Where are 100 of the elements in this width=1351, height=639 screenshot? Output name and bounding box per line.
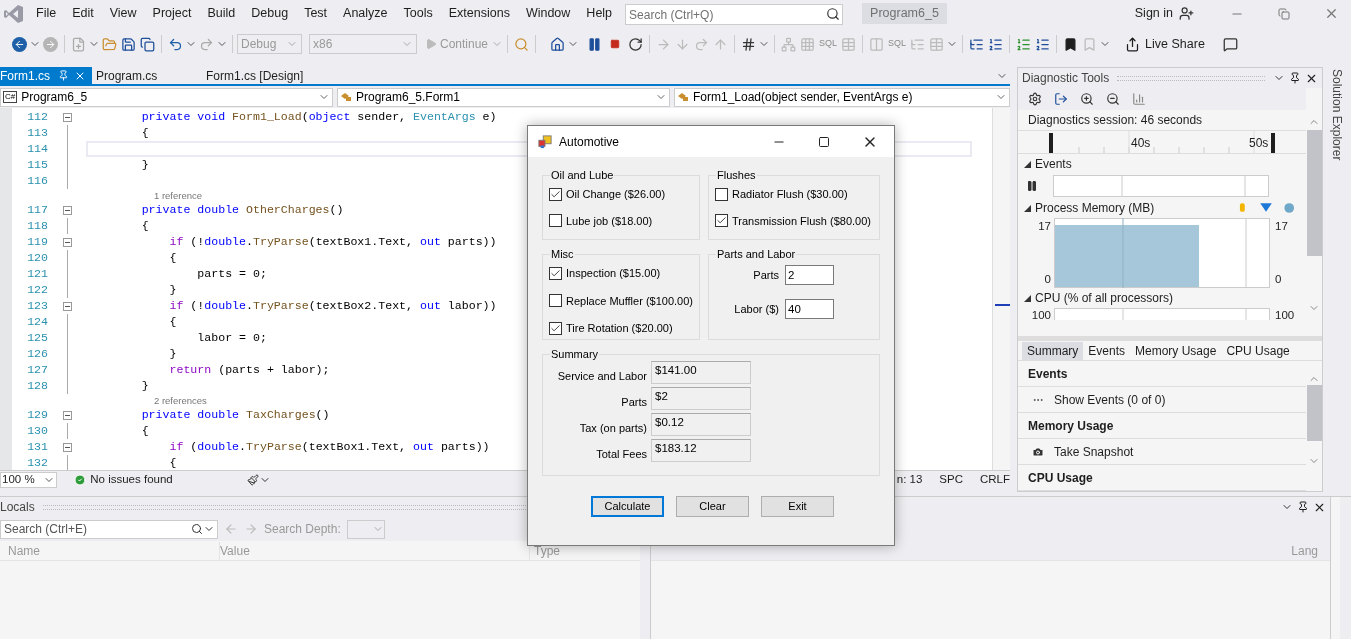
menu-item[interactable]: Debug xyxy=(243,4,297,23)
summary-link[interactable]: Show Events (0 of 0) xyxy=(1054,390,1166,409)
navigation-dropdown[interactable]: Form1_Load(object sender, EventArgs e) xyxy=(674,87,1010,107)
reference-count[interactable]: 2 references xyxy=(154,395,207,406)
text-field[interactable]: 2 xyxy=(785,265,834,285)
checkbox[interactable] xyxy=(549,266,562,280)
list-icon[interactable] xyxy=(988,36,1004,52)
search-icon[interactable] xyxy=(191,523,203,535)
checkbox-label[interactable]: Oil Change ($26.00) xyxy=(566,186,666,203)
code-line: } xyxy=(140,157,149,173)
checkbox-label[interactable]: Transmission Flush ($80.00) xyxy=(732,212,871,229)
maximize-icon[interactable] xyxy=(818,135,830,148)
chart-icon[interactable] xyxy=(1132,92,1146,106)
menu-item[interactable]: Help xyxy=(578,4,621,23)
checkbox[interactable] xyxy=(715,214,728,228)
collapse-icon[interactable] xyxy=(62,301,72,311)
pin-icon[interactable] xyxy=(1289,72,1301,84)
expand-icon[interactable] xyxy=(1024,294,1031,302)
diagnostics-tab[interactable]: Memory Usage xyxy=(1130,342,1222,360)
zoom-dropdown[interactable]: 100 % xyxy=(0,471,58,488)
diagnostics-tab[interactable]: Summary xyxy=(1022,342,1084,360)
sign-in-link[interactable]: Sign in xyxy=(1134,4,1173,23)
scrollbar-thumb[interactable] xyxy=(1306,130,1322,256)
diagnostics-tab[interactable]: Events xyxy=(1083,342,1131,360)
line-number: 126 xyxy=(26,346,48,362)
zoom-out-icon[interactable] xyxy=(1106,92,1120,106)
axis-label: 17 xyxy=(1275,219,1289,234)
side-panel-tab[interactable]: Solution Explorer xyxy=(1328,69,1346,161)
pin-icon[interactable] xyxy=(1297,501,1309,513)
menu-item[interactable]: Test xyxy=(296,4,336,23)
checkbox[interactable] xyxy=(549,321,562,335)
export-icon[interactable] xyxy=(1054,92,1068,106)
navigation-dropdown[interactable]: C# Program6_5 xyxy=(0,87,333,107)
back-icon[interactable] xyxy=(12,36,27,52)
menu-item[interactable]: Analyze xyxy=(335,4,396,23)
restart-icon[interactable] xyxy=(628,36,644,52)
search-field[interactable]: Search (Ctrl+Q) xyxy=(625,4,844,25)
collapse-icon[interactable] xyxy=(62,237,72,247)
stop-icon[interactable] xyxy=(610,39,621,49)
section-title: Process Memory (MB) xyxy=(1035,200,1155,217)
settings-icon[interactable] xyxy=(1028,92,1042,106)
checkbox-label[interactable]: Replace Muffler ($100.00) xyxy=(566,292,693,309)
group-title: Misc xyxy=(550,248,575,261)
dialog-button[interactable]: Exit xyxy=(761,496,834,517)
navigation-dropdown[interactable]: Program6_5.Form1 xyxy=(337,87,670,107)
field-label: Labor ($) xyxy=(733,301,780,317)
line-number: 130 xyxy=(26,423,48,439)
expand-icon[interactable] xyxy=(1024,204,1031,212)
checkbox-label[interactable]: Inspection ($15.00) xyxy=(566,265,661,282)
feedback-icon[interactable] xyxy=(1222,36,1238,52)
home-icon[interactable] xyxy=(550,36,566,52)
menu-item[interactable]: Tools xyxy=(395,4,441,23)
editor-tab[interactable]: Form1.cs [Design] xyxy=(202,67,312,84)
save-icon[interactable] xyxy=(121,36,136,52)
menu-item[interactable]: Edit xyxy=(64,4,102,23)
redo-icon[interactable] xyxy=(199,36,214,52)
diagnostics-tab[interactable]: CPU Usage xyxy=(1221,342,1295,360)
collapse-icon[interactable] xyxy=(62,410,72,420)
scrollbar-thumb[interactable] xyxy=(1306,385,1322,441)
checkbox-label[interactable]: Lube job ($18.00) xyxy=(566,212,653,229)
pause-icon[interactable] xyxy=(587,36,603,52)
menu-item[interactable]: View xyxy=(101,4,145,23)
editor-tab[interactable]: Program.cs xyxy=(92,67,202,84)
bookmark-icon[interactable] xyxy=(1063,36,1079,52)
collapse-icon[interactable] xyxy=(62,112,72,122)
find-icon[interactable] xyxy=(514,36,530,52)
collapse-icon[interactable] xyxy=(62,442,72,452)
menu-item[interactable]: Extensions xyxy=(440,4,518,23)
add-user-icon[interactable] xyxy=(1179,6,1194,21)
checkbox[interactable] xyxy=(715,187,728,201)
menu-item[interactable]: Project xyxy=(144,4,200,23)
live-share-button[interactable]: Live Share xyxy=(1125,34,1205,54)
line-number: 113 xyxy=(26,125,48,141)
search-icon[interactable] xyxy=(826,6,841,21)
forward-icon[interactable] xyxy=(43,36,58,52)
menu-item[interactable]: Window xyxy=(517,4,579,23)
pause-icon[interactable] xyxy=(1026,180,1038,192)
zoom-in-icon[interactable] xyxy=(1080,92,1094,106)
search-field[interactable]: Search (Ctrl+E) xyxy=(0,519,218,539)
summary-link[interactable]: Take Snapshot xyxy=(1054,442,1134,461)
checkbox[interactable] xyxy=(549,187,562,201)
checkbox-label[interactable]: Radiator Flush ($30.00) xyxy=(732,186,848,203)
checkbox-label[interactable]: Tire Rotation ($20.00) xyxy=(566,320,673,337)
menu-item[interactable]: Build xyxy=(199,4,244,23)
issues-status: No issues found xyxy=(90,471,173,487)
expand-icon[interactable] xyxy=(1024,160,1031,168)
hash-icon[interactable] xyxy=(741,36,757,52)
undo-icon[interactable] xyxy=(168,36,183,52)
camera-icon[interactable] xyxy=(1032,445,1044,458)
restore-icon[interactable] xyxy=(1278,7,1290,20)
menu-item[interactable]: File xyxy=(28,4,65,23)
checkbox[interactable] xyxy=(549,294,562,308)
dialog-button[interactable]: Calculate xyxy=(591,496,664,517)
reference-count[interactable]: 1 reference xyxy=(154,190,203,201)
text-field[interactable]: 40 xyxy=(785,299,834,319)
collapse-icon[interactable] xyxy=(62,205,72,215)
checkbox[interactable] xyxy=(549,214,562,228)
brush-icon[interactable] xyxy=(246,473,259,486)
dialog-button[interactable]: Clear xyxy=(676,496,749,517)
new-file-icon[interactable] xyxy=(71,36,86,52)
